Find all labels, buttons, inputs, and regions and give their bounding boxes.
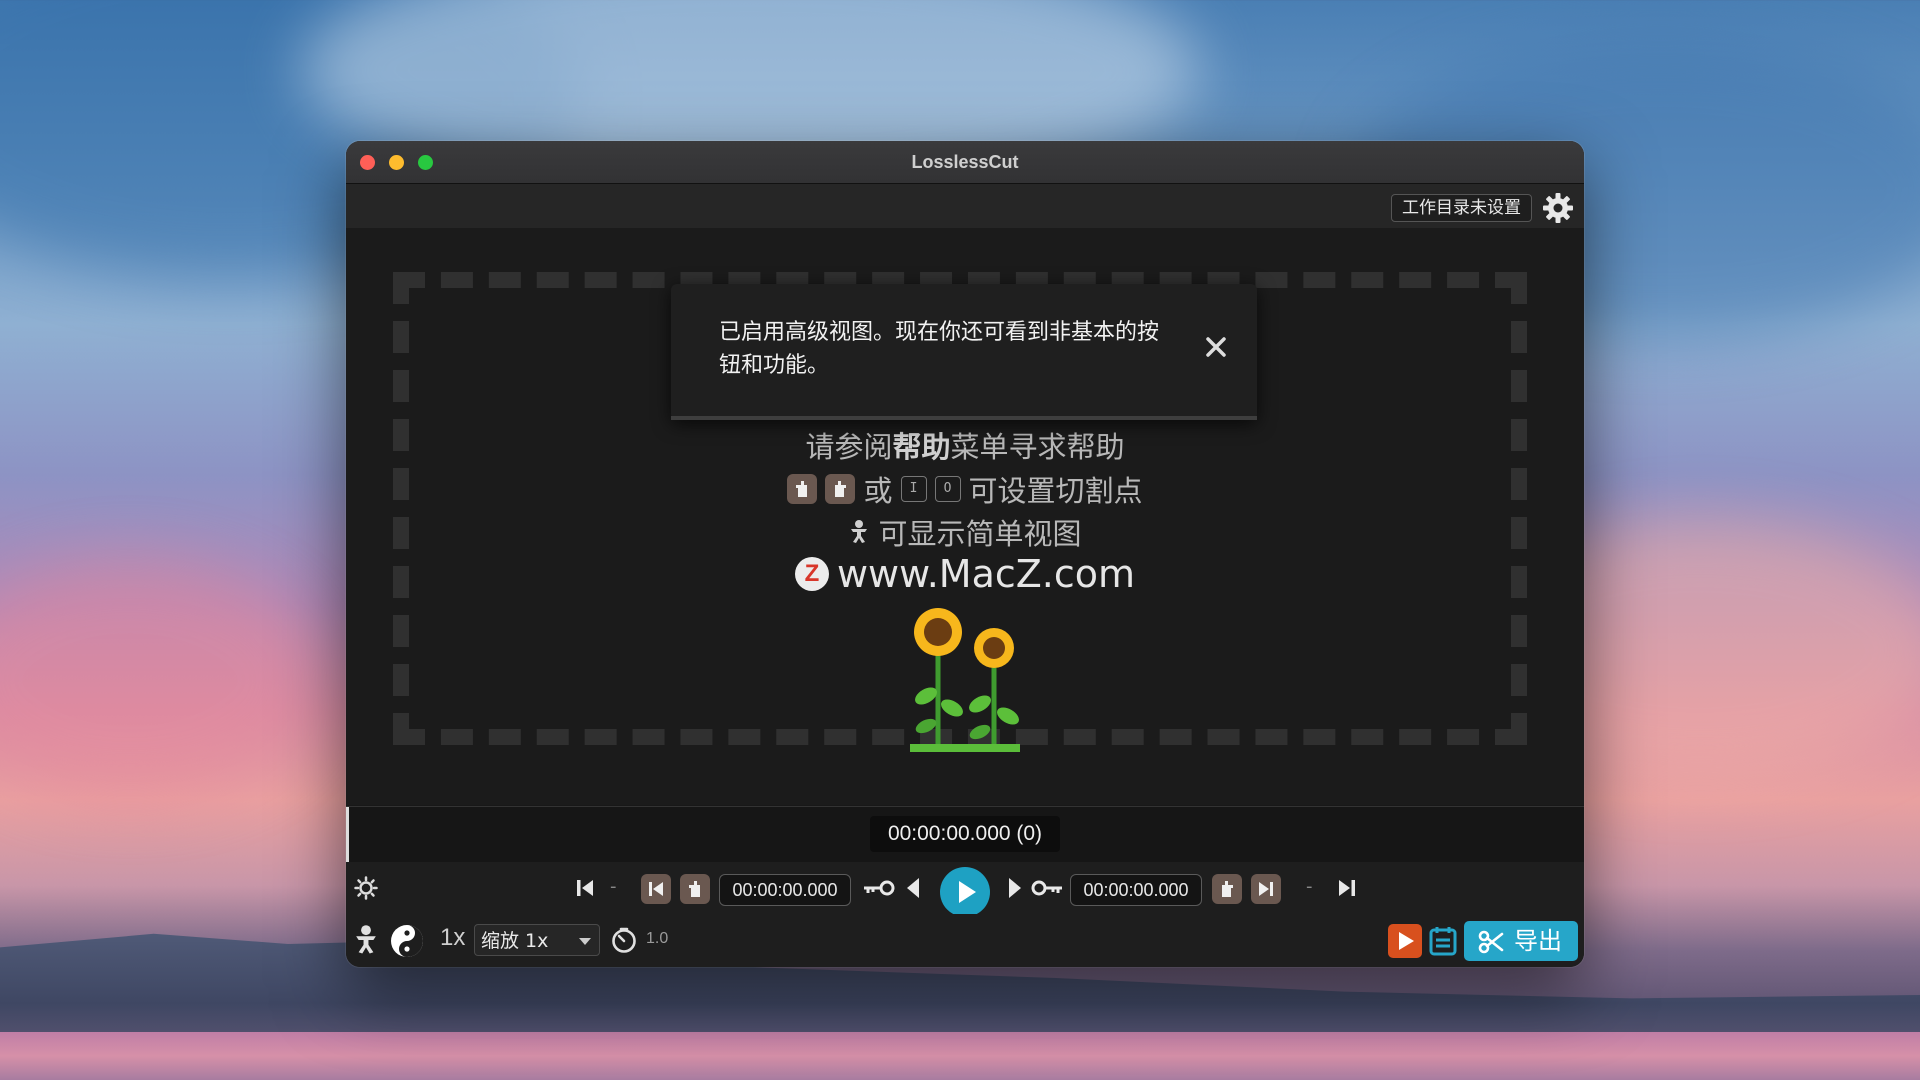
scissors-icon bbox=[1478, 930, 1504, 954]
cut-end-hand-icon bbox=[825, 474, 856, 504]
toast-progress-bar bbox=[671, 416, 1257, 420]
timeline[interactable]: 00:00:00.000 (0) bbox=[346, 806, 1584, 862]
baby-icon bbox=[851, 520, 868, 543]
workdir-button[interactable]: 工作目录未设置 bbox=[1391, 194, 1532, 222]
help-line: 请参阅 帮助 菜单寻求帮助 bbox=[346, 424, 1584, 466]
key-o: O bbox=[934, 476, 961, 502]
advanced-view-toast: 已启用高级视图。现在你还可看到非基本的按钮和功能。 bbox=[671, 284, 1257, 420]
dash-left: - bbox=[610, 876, 617, 897]
macz-logo: Z bbox=[794, 557, 829, 591]
timer-icon[interactable] bbox=[610, 926, 638, 954]
set-cut-end-button[interactable] bbox=[1212, 874, 1242, 904]
background-cloud bbox=[0, 560, 320, 800]
jump-cut-start-button[interactable] bbox=[641, 874, 671, 904]
key-i: I bbox=[900, 476, 927, 502]
cutpoint-text: 可设置切割点 bbox=[968, 474, 1143, 508]
zoom-select[interactable]: 缩放 1x bbox=[474, 924, 600, 956]
simple-view-line: 可显示简单视图 bbox=[346, 511, 1584, 553]
playback-controls: - 00:00:00.000 00:00:00.000 - bbox=[346, 862, 1584, 917]
set-cut-start-button[interactable] bbox=[680, 874, 710, 904]
skip-back-icon bbox=[649, 882, 663, 896]
watermark-line: Z www.MacZ.com bbox=[346, 552, 1584, 596]
watermark-text: www.MacZ.com bbox=[836, 552, 1136, 596]
hand-right-icon bbox=[1222, 881, 1233, 897]
chevron-down-icon bbox=[579, 938, 591, 945]
step-forward-icon[interactable] bbox=[1006, 876, 1024, 900]
current-timecode: 00:00:00.000 (0) bbox=[870, 816, 1060, 852]
help-menu-link: 帮助 bbox=[892, 430, 951, 464]
jump-to-start-icon[interactable] bbox=[574, 877, 596, 899]
jump-to-end-icon[interactable] bbox=[1336, 877, 1358, 899]
toast-message: 已启用高级视图。现在你还可看到非基本的按钮和功能。 bbox=[719, 320, 1160, 378]
play-button[interactable] bbox=[940, 867, 990, 917]
yin-yang-icon[interactable] bbox=[389, 923, 425, 959]
speed-value: 1.0 bbox=[646, 930, 669, 947]
segments-list-icon[interactable] bbox=[1428, 925, 1458, 957]
help-prefix: 请参阅 bbox=[805, 430, 893, 464]
main-area: 拖放文件到此处 请参阅帮助菜单寻求帮助 或 I O 可设置切割点 可显示简单视图 bbox=[346, 228, 1584, 805]
cut-start-hand-icon bbox=[787, 474, 818, 504]
background-sea bbox=[0, 1032, 1920, 1080]
dash-right: - bbox=[1306, 876, 1313, 897]
playback-speed[interactable]: 1x bbox=[440, 924, 465, 952]
timeline-cursor[interactable] bbox=[346, 807, 349, 862]
top-toolbar: 工作目录未设置 bbox=[346, 184, 1584, 228]
hand-left-icon bbox=[689, 881, 700, 897]
play-triangle-icon bbox=[1399, 932, 1414, 950]
title-bar[interactable]: LosslessCut bbox=[346, 141, 1584, 184]
export-label: 导出 bbox=[1514, 927, 1562, 955]
export-button[interactable]: 导出 bbox=[1464, 921, 1578, 961]
play-icon bbox=[959, 881, 976, 903]
window-title: LosslessCut bbox=[911, 152, 1019, 172]
simple-mode-baby-icon[interactable] bbox=[352, 924, 380, 956]
settings-gear-icon[interactable] bbox=[1542, 192, 1574, 224]
close-icon[interactable] bbox=[1201, 332, 1231, 362]
cutpoint-line: 或 I O 可设置切割点 bbox=[346, 468, 1584, 510]
help-suffix: 菜单寻求帮助 bbox=[950, 430, 1125, 464]
bottom-controls: 1x 缩放 1x 1.0 导出 bbox=[346, 914, 1584, 967]
skip-forward-icon bbox=[1259, 882, 1273, 896]
preview-segment-button[interactable] bbox=[1388, 924, 1422, 958]
sun-icon[interactable] bbox=[354, 876, 378, 900]
simple-view-text: 可显示简单视图 bbox=[878, 517, 1082, 551]
keyframe-forward-icon[interactable] bbox=[1030, 878, 1064, 898]
jump-cut-end-button[interactable] bbox=[1251, 874, 1281, 904]
cut-end-time-input[interactable]: 00:00:00.000 bbox=[1070, 874, 1202, 906]
cut-start-time-input[interactable]: 00:00:00.000 bbox=[719, 874, 851, 906]
or-text: 或 bbox=[863, 474, 893, 508]
step-back-icon[interactable] bbox=[904, 876, 922, 900]
keyframe-back-icon[interactable] bbox=[862, 878, 896, 898]
app-window: LosslessCut 工作目录未设置 拖放文件到此处 请参阅帮助菜单寻求帮助 bbox=[346, 141, 1584, 967]
zoom-select-value: 缩放 1x bbox=[481, 930, 549, 952]
sunflowers-icon bbox=[910, 608, 1020, 752]
